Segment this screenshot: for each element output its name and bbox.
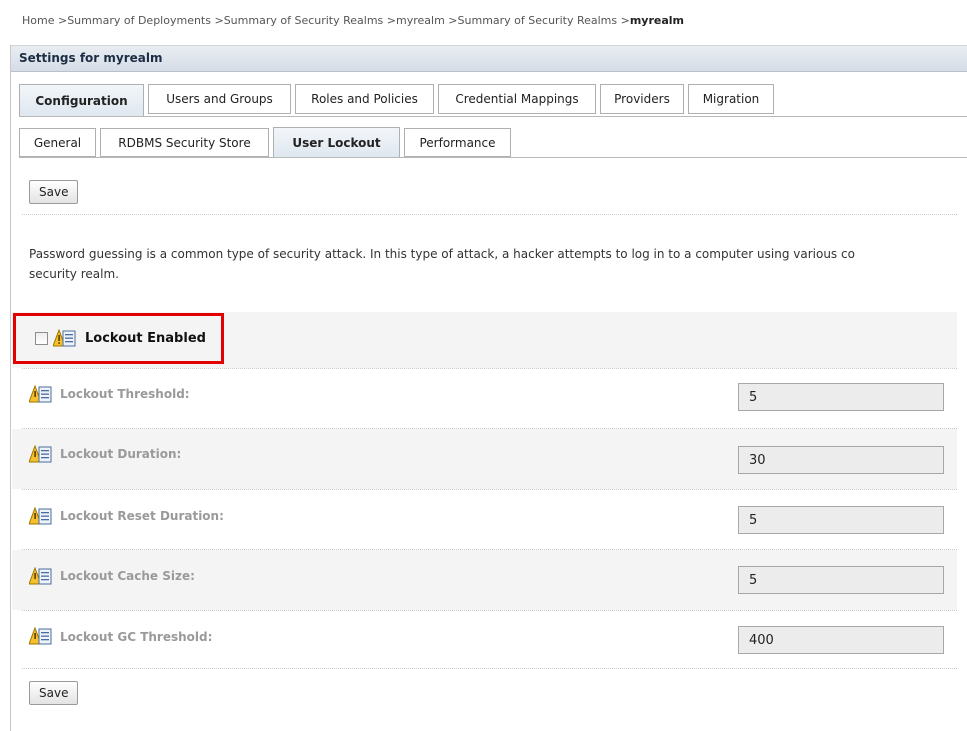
breadcrumb-link-summary-of-security-realms[interactable]: Summary of Security Realms xyxy=(224,14,384,27)
main-tabs-divider xyxy=(19,116,967,117)
breadcrumb-link-home[interactable]: Home xyxy=(22,14,54,27)
lockout-enabled-label: Lockout Enabled xyxy=(85,331,206,346)
breadcrumb-link-myrealm[interactable]: myrealm xyxy=(396,14,445,27)
lockout-duration-label: Lockout Duration: xyxy=(60,447,182,461)
tab-performance[interactable]: Performance xyxy=(404,128,511,157)
lockout-threshold-label: Lockout Threshold: xyxy=(60,387,190,401)
save-button-bottom[interactable]: Save xyxy=(29,681,79,705)
lockout-gc-threshold-label: Lockout GC Threshold: xyxy=(60,630,213,644)
lockout-gc-threshold-input[interactable] xyxy=(738,626,944,654)
breadcrumb-link-summary-of-security-realms-2[interactable]: Summary of Security Realms xyxy=(458,14,618,27)
breadcrumb: Home >Summary of Deployments >Summary of… xyxy=(22,14,685,27)
tab-user-lockout[interactable]: User Lockout xyxy=(273,127,400,158)
divider xyxy=(22,668,957,669)
warning-info-icon xyxy=(29,507,52,525)
warning-info-icon xyxy=(29,445,52,463)
lockout-threshold-input[interactable] xyxy=(738,383,944,411)
lockout-reset-duration-label: Lockout Reset Duration: xyxy=(60,509,224,523)
tab-roles-and-policies[interactable]: Roles and Policies xyxy=(295,84,434,114)
divider xyxy=(22,214,957,215)
tab-general[interactable]: General xyxy=(19,128,96,157)
settings-header: Settings for myrealm xyxy=(11,45,967,72)
lockout-cache-size-label: Lockout Cache Size: xyxy=(60,569,195,583)
save-button-top[interactable]: Save xyxy=(29,180,79,204)
warning-info-icon xyxy=(29,385,52,403)
page-title: Settings for myrealm xyxy=(19,51,163,65)
warning-info-icon xyxy=(53,329,76,347)
breadcrumb-current: myrealm xyxy=(629,14,685,27)
sub-tabs-divider xyxy=(19,157,967,158)
warning-info-icon xyxy=(29,627,52,645)
lockout-cache-size-input[interactable] xyxy=(738,566,944,594)
description-line-2: security realm. xyxy=(29,267,119,281)
description: Password guessing is a common type of se… xyxy=(29,244,957,284)
tab-users-and-groups[interactable]: Users and Groups xyxy=(148,84,291,114)
tab-credential-mappings[interactable]: Credential Mappings xyxy=(438,84,596,114)
lockout-reset-duration-input[interactable] xyxy=(738,506,944,534)
tab-configuration[interactable]: Configuration xyxy=(19,84,144,117)
description-line-1: Password guessing is a common type of se… xyxy=(29,247,855,261)
breadcrumb-link-summary-of-deployments[interactable]: Summary of Deployments xyxy=(67,14,211,27)
lockout-duration-input[interactable] xyxy=(738,446,944,474)
warning-info-icon xyxy=(29,567,52,585)
tab-migration[interactable]: Migration xyxy=(688,84,774,114)
tab-rdbms-security-store[interactable]: RDBMS Security Store xyxy=(100,128,269,157)
lockout-enabled-checkbox[interactable] xyxy=(35,332,48,345)
tab-providers[interactable]: Providers xyxy=(600,84,684,114)
